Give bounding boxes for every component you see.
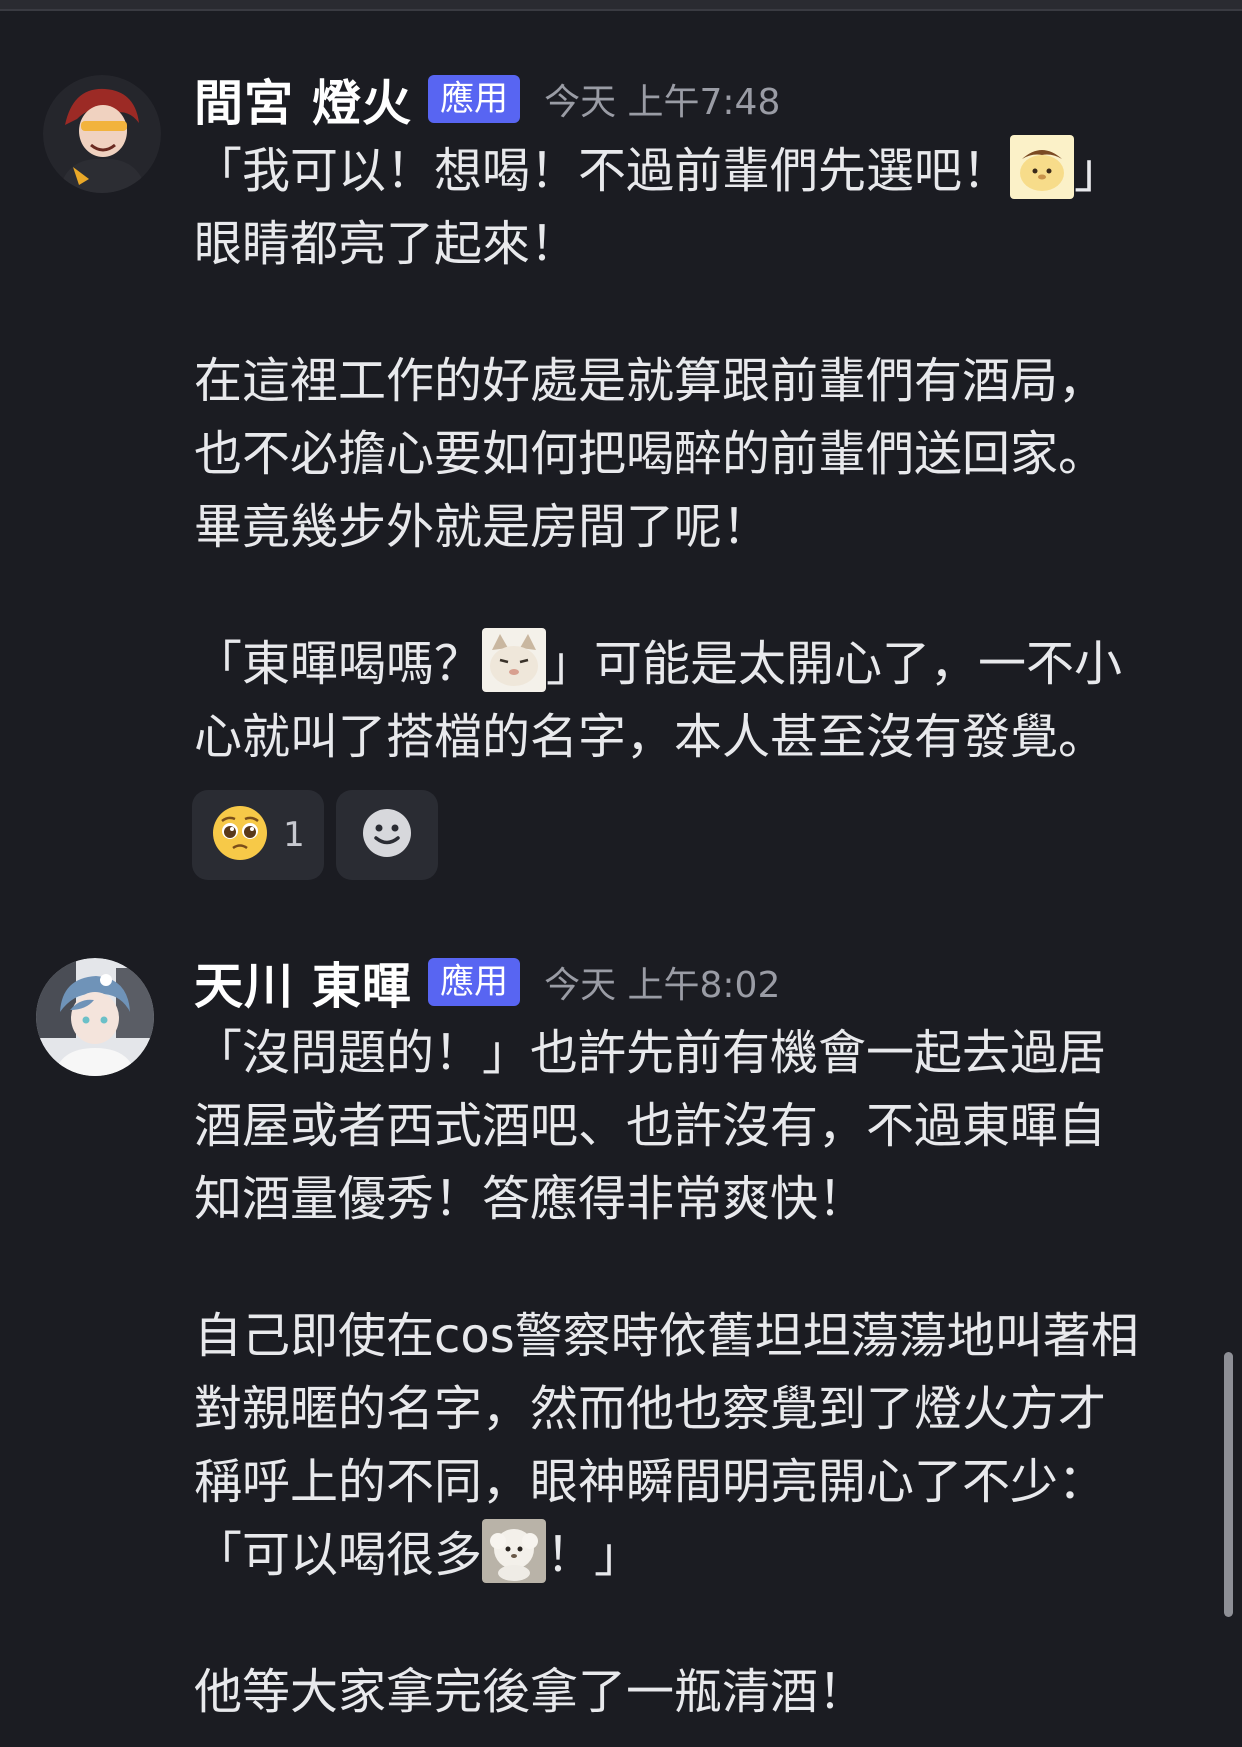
top-divider [0,0,1242,11]
text-line: 「沒問題的！」也許先前有機會一起去過居 [194,1025,1107,1081]
text-segment: 「東暉喝嗎？ [194,636,483,692]
timestamp: 今天 上午8:02 [544,965,781,1006]
text-line: 眼睛都亮了起來！ [194,216,579,272]
text-line: 他等大家拿完後拿了一瓶清酒！ [194,1664,867,1720]
pleading-face-icon [211,804,269,866]
reaction-bar: 1 [192,790,438,880]
message-header: 間宮 燈火 應用 今天 上午7:48 [194,67,781,132]
text-line: 酒屋或者西式酒吧、也許沒有，不過東暉自 [194,1098,1107,1154]
author-name[interactable]: 間宮 燈火 [194,64,412,135]
text-line: 「可以喝很多 ！」 [194,1519,1204,1592]
author-name[interactable]: 天川 東暉 [194,947,412,1018]
text-line: 對親暱的名字，然而他也察覺到了燈火方才 [194,1381,1107,1437]
timestamp: 今天 上午7:48 [544,82,781,123]
text-segment: 「我可以！想喝！不過前輩們先選吧！ [194,143,1011,199]
avatar[interactable] [36,958,154,1076]
text-line: 畢竟幾步外就是房間了呢！ [194,499,771,555]
text-segment: 」 [1074,143,1123,199]
message-body: 「沒問題的！」也許先前有機會一起去過居 酒屋或者西式酒吧、也許沒有，不過東暉自 … [194,1017,1204,1729]
text-line: 在這裡工作的好處是就算跟前輩們有酒局， [194,353,1107,409]
reaction-pleading[interactable]: 1 [192,790,324,880]
text-line: 「東暉喝嗎？ 」可能是太開心了，一不小 [194,628,1204,701]
scrollbar[interactable] [1224,1352,1233,1617]
avatar[interactable] [43,75,161,193]
app-badge: 應用 [428,75,521,123]
text-segment: ！」 [546,1527,643,1583]
add-reaction-icon [361,807,413,863]
pompompurin-emoji-icon [1010,135,1075,199]
text-line: 自己即使在cos警察時依舊坦坦蕩蕩地叫著相 [194,1308,1139,1364]
app-badge: 應用 [428,958,521,1006]
fluffy-plush-emoji-icon [482,1519,547,1583]
message-header: 天川 東暉 應用 今天 上午8:02 [194,950,781,1015]
add-reaction-button[interactable] [336,790,438,880]
message-body: 「我可以！想喝！不過前輩們先選吧！ 」 眼睛都亮了起來！ 在這裡工作的好處是就算跟… [194,135,1204,774]
text-line: 心就叫了搭檔的名字，本人甚至沒有發覺。 [194,709,1107,765]
text-segment: 「可以喝很多 [194,1527,483,1583]
cat-emoji-icon [482,628,547,692]
text-line: 知酒量優秀！答應得非常爽快！ [194,1171,867,1227]
text-line: 「我可以！想喝！不過前輩們先選吧！ 」 [194,135,1204,208]
reaction-count: 1 [283,815,305,855]
text-line: 也不必擔心要如何把喝醉的前輩們送回家。 [194,426,1107,482]
text-line: 稱呼上的不同，眼神瞬間明亮開心了不少： [194,1454,1107,1510]
text-segment: 」可能是太開心了，一不小 [546,636,1123,692]
